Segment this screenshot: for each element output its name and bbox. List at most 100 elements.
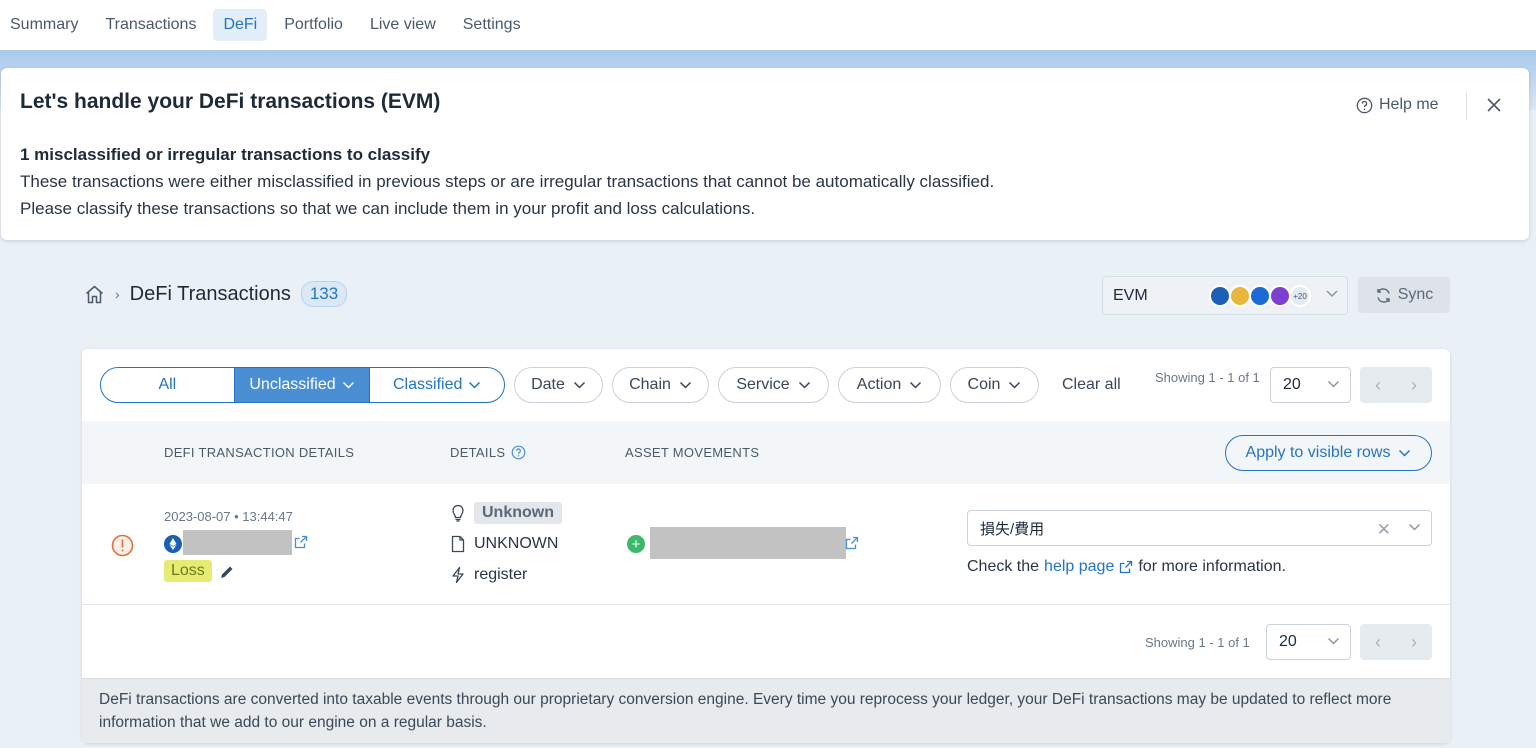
tab-settings[interactable]: Settings xyxy=(453,9,531,41)
action-filter-label: Action xyxy=(856,376,902,393)
date-filter-label: Date xyxy=(531,376,565,393)
info-banner: Let's handle your DeFi transactions (EVM… xyxy=(1,68,1529,240)
chevron-down-icon xyxy=(910,381,922,389)
chevron-down-icon xyxy=(1009,381,1021,389)
chevron-down-icon xyxy=(798,381,810,389)
external-link-icon[interactable] xyxy=(845,536,859,550)
chevron-down-icon xyxy=(1399,449,1411,457)
help-hint: Check the help page for more information… xyxy=(967,558,1286,576)
transaction-datetime: 2023-08-07 • 13:44:47 xyxy=(164,509,293,524)
next-page-icon[interactable]: › xyxy=(1411,375,1417,396)
document-icon xyxy=(451,535,465,553)
banner-text-line2: Please classify these transactions so th… xyxy=(20,199,756,218)
chain-selector[interactable]: EVM +20 xyxy=(1102,276,1348,315)
sync-button[interactable]: Sync xyxy=(1358,277,1450,313)
table-row: 2023-08-07 • 13:44:47 Loss Unknown UNKNO… xyxy=(82,484,1450,605)
column-header-details-col: DEFI TRANSACTION DETAILS xyxy=(164,445,355,460)
question-circle-icon xyxy=(1356,97,1373,113)
classification-select[interactable]: 損失/費用 ✕ xyxy=(967,510,1432,546)
detail-action: register xyxy=(450,566,527,584)
redacted-asset-movement xyxy=(650,527,846,559)
pagination-bottom: ‹ › xyxy=(1360,624,1432,660)
coin-filter[interactable]: Coin xyxy=(950,367,1039,403)
lightbulb-icon xyxy=(452,504,464,522)
tab-transactions[interactable]: Transactions xyxy=(95,9,206,41)
external-link-icon[interactable] xyxy=(1119,560,1133,574)
close-icon[interactable] xyxy=(1485,96,1503,114)
tab-defi[interactable]: DeFi xyxy=(213,9,268,41)
chain-icon xyxy=(1249,285,1271,307)
sync-label: Sync xyxy=(1397,286,1434,303)
chevron-down-icon xyxy=(1327,637,1340,645)
edit-icon[interactable] xyxy=(219,564,235,580)
service-filter[interactable]: Service xyxy=(718,367,829,403)
filter-unclassified-label: Unclassified xyxy=(249,376,336,393)
warning-icon xyxy=(111,534,134,557)
prev-page-icon[interactable]: ‹ xyxy=(1375,375,1381,396)
page-size-select-top[interactable]: 20 xyxy=(1270,367,1351,403)
external-link-icon[interactable] xyxy=(294,535,308,549)
chevron-down-icon xyxy=(1326,290,1338,298)
next-page-icon[interactable]: › xyxy=(1411,632,1417,653)
page-size-select-bottom[interactable]: 20 xyxy=(1266,624,1351,660)
apply-label: Apply to visible rows xyxy=(1245,444,1391,461)
ethereum-icon xyxy=(1209,285,1231,307)
breadcrumb-separator-icon: › xyxy=(115,286,120,302)
chain-coin-icons: +20 xyxy=(1209,285,1311,307)
coin-filter-label: Coin xyxy=(967,376,1001,393)
detail-type: Unknown xyxy=(450,502,562,524)
column-header-assets: ASSET MOVEMENTS xyxy=(625,445,760,460)
transaction-count-badge: 133 xyxy=(300,281,348,307)
apply-to-visible-rows-button[interactable]: Apply to visible rows xyxy=(1225,435,1432,471)
action-filter[interactable]: Action xyxy=(838,367,941,403)
refresh-icon xyxy=(1377,287,1390,303)
breadcrumb: › DeFi Transactions 133 xyxy=(84,281,348,307)
filter-all-label: All xyxy=(158,376,177,393)
classification-value: 損失/費用 xyxy=(980,520,1045,538)
hint-prefix: Check the xyxy=(967,558,1040,575)
filter-unclassified[interactable]: Unclassified xyxy=(234,368,370,402)
loss-tag: Loss xyxy=(164,560,212,582)
divider xyxy=(1466,92,1467,120)
service-filter-label: Service xyxy=(736,376,790,393)
column-header-details: DETAILS xyxy=(450,445,526,460)
question-circle-icon[interactable] xyxy=(511,445,526,460)
chain-selector-label: EVM xyxy=(1113,286,1148,304)
tab-live-view[interactable]: Live view xyxy=(360,9,446,41)
kind-label: UNKNOWN xyxy=(474,535,559,552)
chain-filter-label: Chain xyxy=(629,376,671,393)
banner-title: Let's handle your DeFi transactions (EVM… xyxy=(20,90,441,113)
action-label: register xyxy=(474,566,528,583)
classification-filter: All Unclassified Classified xyxy=(100,367,505,403)
tab-portfolio[interactable]: Portfolio xyxy=(274,9,353,41)
chevron-down-icon xyxy=(342,381,354,389)
clear-all-button[interactable]: Clear all xyxy=(1062,376,1121,394)
footer-note: DeFi transactions are converted into tax… xyxy=(82,678,1450,743)
filter-classified-label: Classified xyxy=(393,376,463,393)
redacted-tx-hash xyxy=(183,530,292,555)
details-header-label: DETAILS xyxy=(450,445,506,460)
chevron-down-icon xyxy=(1327,380,1340,388)
filter-all[interactable]: All xyxy=(101,368,235,402)
banner-text-line1: These transactions were either misclassi… xyxy=(20,172,995,191)
home-icon[interactable] xyxy=(84,284,105,305)
top-nav: Summary Transactions DeFi Portfolio Live… xyxy=(0,0,1536,50)
clear-icon[interactable]: ✕ xyxy=(1377,520,1391,540)
prev-page-icon[interactable]: ‹ xyxy=(1375,632,1381,653)
filter-classified[interactable]: Classified xyxy=(369,368,504,402)
showing-count-bottom: Showing 1 - 1 of 1 xyxy=(1145,635,1250,650)
page-size-value: 20 xyxy=(1279,633,1297,650)
plus-icon: + xyxy=(627,535,645,553)
help-me-label: Help me xyxy=(1379,96,1439,113)
polygon-icon xyxy=(1269,285,1291,307)
help-me-button[interactable]: Help me xyxy=(1356,96,1439,114)
chain-filter[interactable]: Chain xyxy=(612,367,709,403)
detail-kind: UNKNOWN xyxy=(450,535,558,553)
tab-summary[interactable]: Summary xyxy=(0,9,88,41)
chevron-down-icon xyxy=(1408,523,1421,531)
chevron-down-icon xyxy=(469,381,481,389)
help-page-link[interactable]: help page xyxy=(1044,558,1114,576)
type-badge: Unknown xyxy=(474,502,562,524)
date-filter[interactable]: Date xyxy=(514,367,603,403)
page-title: DeFi Transactions xyxy=(129,282,291,305)
